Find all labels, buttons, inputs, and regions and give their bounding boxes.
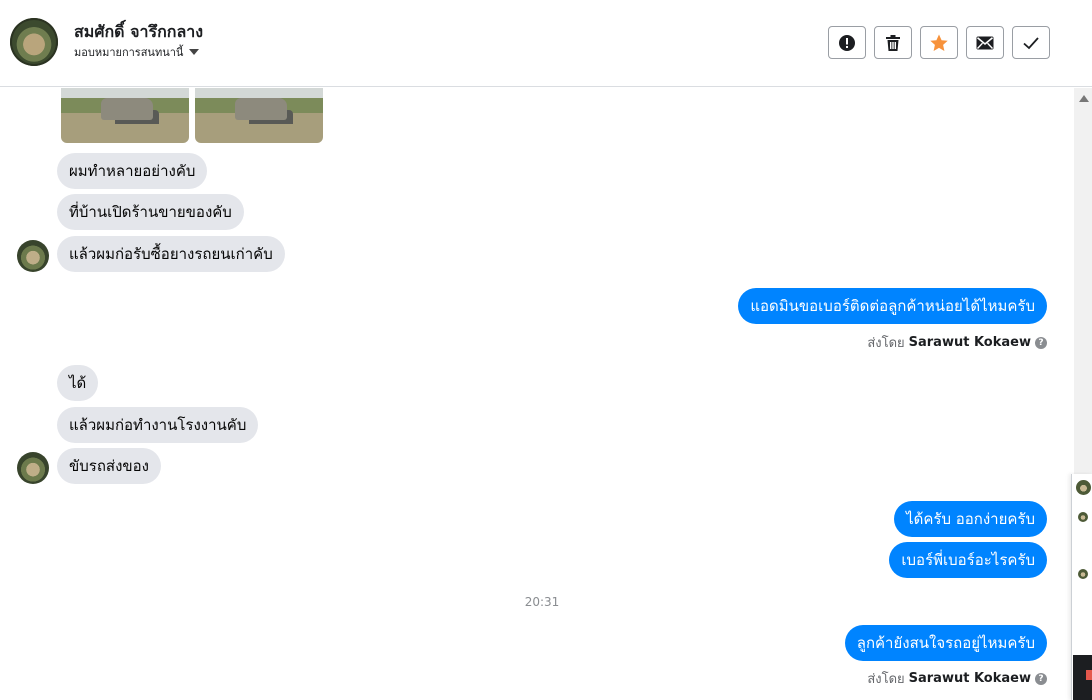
incoming-message[interactable]: แล้วผมก่อทำงานโรงงานคับ	[57, 407, 259, 443]
contact-avatar-small[interactable]	[17, 240, 49, 272]
outgoing-message[interactable]: เบอร์พี่เบอร์อะไรครับ	[889, 542, 1047, 578]
incoming-message[interactable]: ขับรถส่งของ	[57, 448, 161, 484]
contact-avatar[interactable]	[10, 18, 58, 66]
photo-attachment[interactable]	[195, 88, 323, 143]
help-icon[interactable]: ?	[1035, 336, 1047, 349]
sender-name: Sarawut Kokaew	[908, 335, 1031, 350]
action-toolbar	[828, 26, 1050, 59]
trash-icon	[886, 34, 900, 51]
incoming-message[interactable]: ที่บ้านเปิดร้านขายของคับ	[57, 194, 244, 230]
check-icon	[1023, 36, 1039, 49]
app-icon[interactable]	[1086, 670, 1092, 680]
help-icon[interactable]: ?	[1035, 672, 1047, 685]
incoming-message[interactable]: ผมทำหลายอย่างคับ	[57, 153, 208, 189]
assign-label[interactable]: มอบหมายการสนทนานี้	[74, 43, 183, 61]
sent-by-label: ส่งโดย Sarawut Kokaew ?	[867, 668, 1047, 689]
outgoing-message[interactable]: แอดมินขอเบอร์ติดต่อลูกค้าหน่อยได้ไหมครับ	[738, 288, 1047, 324]
scroll-up-arrow-icon[interactable]	[1079, 95, 1089, 102]
chevron-down-icon[interactable]	[189, 49, 200, 55]
star-icon	[930, 34, 948, 51]
mark-done-button[interactable]	[1012, 26, 1050, 59]
sender-name: Sarawut Kokaew	[908, 671, 1031, 686]
report-icon	[839, 34, 855, 51]
outgoing-message[interactable]: ได้ครับ ออกง่ายครับ	[894, 501, 1047, 537]
conversation-header: สมศักดิ์ จารึกกลาง มอบหมายการสนทนานี้	[0, 0, 1092, 87]
assign-conversation[interactable]: มอบหมายการสนทนานี้	[74, 43, 200, 61]
sent-by-prefix: ส่งโดย	[867, 336, 905, 351]
contact-name[interactable]: สมศักดิ์ จารึกกลาง	[74, 20, 203, 45]
message-thread[interactable]: ผมทำหลายอย่างคับ ที่บ้านเปิดร้านขายของคั…	[0, 88, 1074, 700]
sent-by-prefix: ส่งโดย	[867, 672, 905, 687]
incoming-message[interactable]: ได้	[57, 365, 99, 401]
mail-button[interactable]	[966, 26, 1004, 59]
seen-avatar	[1078, 512, 1088, 522]
star-button[interactable]	[920, 26, 958, 59]
sent-by-label: ส่งโดย Sarawut Kokaew ?	[867, 332, 1047, 353]
seen-avatar	[1076, 480, 1091, 495]
delete-button[interactable]	[874, 26, 912, 59]
incoming-message[interactable]: แล้วผมก่อรับซื้อยางรถยนเก่าคับ	[57, 236, 285, 272]
outgoing-message[interactable]: ลูกค้ายังสนใจรถอยู่ไหมครับ	[844, 625, 1047, 661]
mail-icon	[976, 36, 994, 49]
message-timestamp: 20:31	[524, 595, 560, 609]
contact-avatar-small[interactable]	[17, 452, 49, 484]
photo-attachment[interactable]	[61, 88, 189, 143]
report-button[interactable]	[828, 26, 866, 59]
seen-avatar	[1078, 569, 1088, 579]
